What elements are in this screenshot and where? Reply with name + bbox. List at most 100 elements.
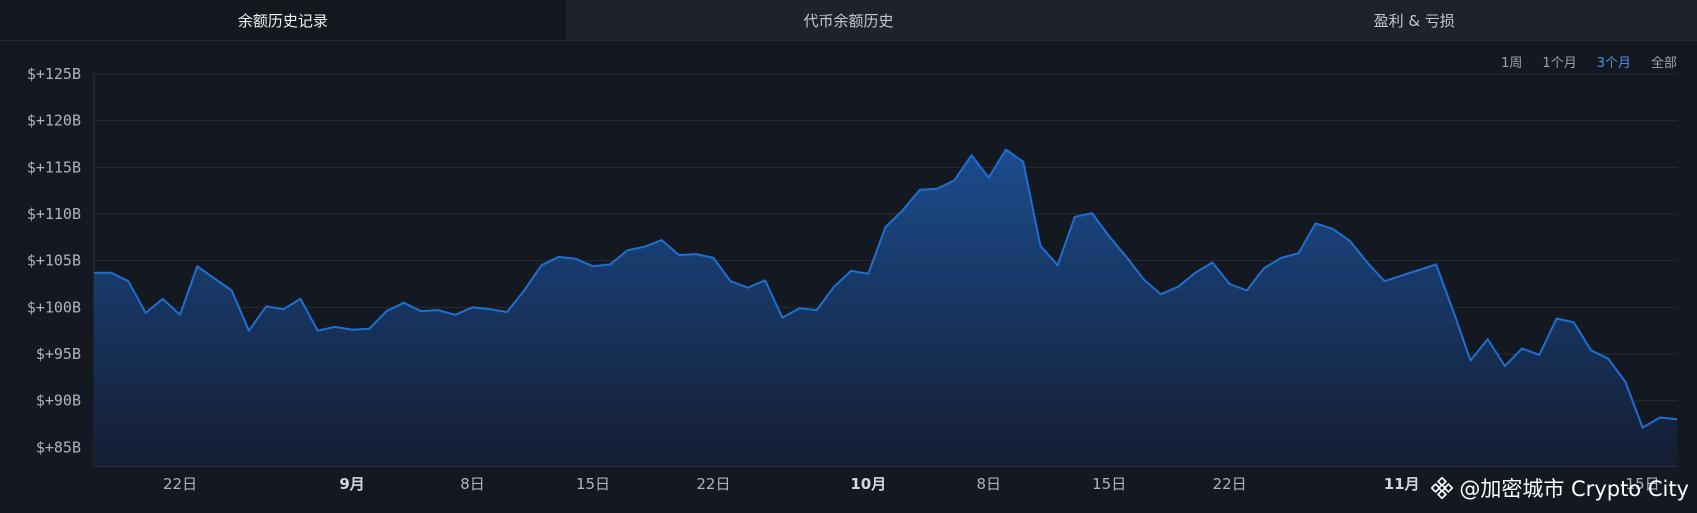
x-tick-label: 8日 xyxy=(460,475,485,493)
data-point xyxy=(471,306,474,309)
data-point xyxy=(213,277,216,280)
data-point xyxy=(540,264,543,267)
y-tick-label: $+90B xyxy=(36,392,81,410)
data-point xyxy=(1297,252,1300,254)
data-point xyxy=(162,298,164,300)
data-point xyxy=(1005,148,1007,151)
data-point xyxy=(1572,321,1575,324)
data-point xyxy=(1177,286,1179,288)
data-point xyxy=(1194,272,1197,274)
binance-logo-icon xyxy=(1431,477,1454,499)
x-tick-label: 10月 xyxy=(850,475,886,493)
data-point xyxy=(919,188,921,191)
data-point xyxy=(1073,216,1076,218)
data-point xyxy=(110,272,113,274)
data-point xyxy=(661,239,663,241)
y-tick-label: $+95B xyxy=(36,345,81,363)
data-point xyxy=(592,265,594,268)
data-point xyxy=(1435,263,1437,266)
data-point xyxy=(351,328,353,331)
data-point xyxy=(1160,293,1162,296)
data-point xyxy=(867,272,870,275)
x-tick-label: 11月 xyxy=(1384,475,1420,493)
data-point xyxy=(1658,416,1661,419)
data-point xyxy=(833,286,835,288)
data-point xyxy=(936,188,938,190)
data-point xyxy=(729,280,732,283)
data-point xyxy=(196,265,199,268)
data-point xyxy=(506,311,508,313)
y-tick-label: $+120B xyxy=(27,112,81,130)
data-point xyxy=(1211,261,1214,264)
data-point xyxy=(127,280,130,283)
data-point xyxy=(299,298,302,300)
data-point xyxy=(764,279,766,282)
data-point xyxy=(1039,244,1042,247)
data-point xyxy=(798,307,801,310)
data-point xyxy=(1676,418,1677,421)
data-point xyxy=(1504,365,1506,367)
y-tick-label: $+125B xyxy=(27,65,81,83)
data-point xyxy=(1469,359,1472,362)
balance-area-chart: $+125B $+120B $+115B $+110B $+105B $+100B $+95… xyxy=(27,65,1677,493)
data-point xyxy=(695,253,698,255)
data-point xyxy=(144,312,147,314)
data-point xyxy=(1590,349,1592,352)
data-point xyxy=(643,245,646,248)
data-point xyxy=(901,209,904,212)
data-point xyxy=(574,258,577,260)
data-point xyxy=(368,328,371,330)
data-point xyxy=(420,310,422,312)
data-point xyxy=(1366,261,1369,264)
y-tick-label: $+115B xyxy=(27,158,81,176)
data-point xyxy=(1280,257,1283,259)
y-tick-label: $+85B xyxy=(36,438,81,456)
data-point xyxy=(402,301,405,304)
data-point xyxy=(712,257,715,259)
data-point xyxy=(781,316,784,319)
data-point xyxy=(523,289,525,292)
data-point xyxy=(1332,228,1334,230)
data-point xyxy=(1056,264,1059,267)
data-point xyxy=(970,154,973,156)
data-point xyxy=(265,305,267,308)
data-point xyxy=(1486,338,1489,340)
data-point xyxy=(248,329,250,332)
watermark-text: @加密城市 Crypto City xyxy=(1459,477,1689,501)
data-point xyxy=(609,263,611,266)
y-tick-label: $+100B xyxy=(27,298,81,316)
data-point xyxy=(1452,310,1455,312)
x-tick-label: 9月 xyxy=(339,475,364,493)
data-point xyxy=(437,309,439,311)
data-point xyxy=(953,179,956,182)
data-point xyxy=(1418,269,1420,271)
data-point xyxy=(230,289,233,292)
data-point xyxy=(1400,274,1403,277)
y-tick-label: $+110B xyxy=(27,205,81,223)
data-point xyxy=(454,314,457,316)
x-tick-label: 15日 xyxy=(576,475,610,493)
data-point xyxy=(1607,357,1609,360)
data-point xyxy=(1263,267,1265,269)
x-tick-label: 8日 xyxy=(976,475,1001,493)
data-point xyxy=(1108,235,1110,238)
data-point xyxy=(747,286,749,289)
data-point xyxy=(94,272,95,274)
data-point xyxy=(557,256,560,258)
data-point xyxy=(987,176,990,179)
x-tick-label: 22日 xyxy=(163,475,197,493)
data-point xyxy=(1624,381,1627,383)
data-point xyxy=(334,326,336,328)
data-point xyxy=(678,254,680,256)
data-point xyxy=(1246,289,1248,292)
x-tick-label: 15日 xyxy=(1092,475,1126,493)
data-point xyxy=(316,329,319,332)
data-point xyxy=(1228,283,1231,285)
data-point xyxy=(1521,347,1523,350)
data-point xyxy=(815,309,818,311)
watermark: @加密城市 Crypto City xyxy=(1431,473,1689,503)
data-point xyxy=(1555,317,1558,320)
x-tick-label: 22日 xyxy=(696,475,730,493)
data-point xyxy=(1142,278,1145,281)
data-point xyxy=(1538,354,1541,356)
